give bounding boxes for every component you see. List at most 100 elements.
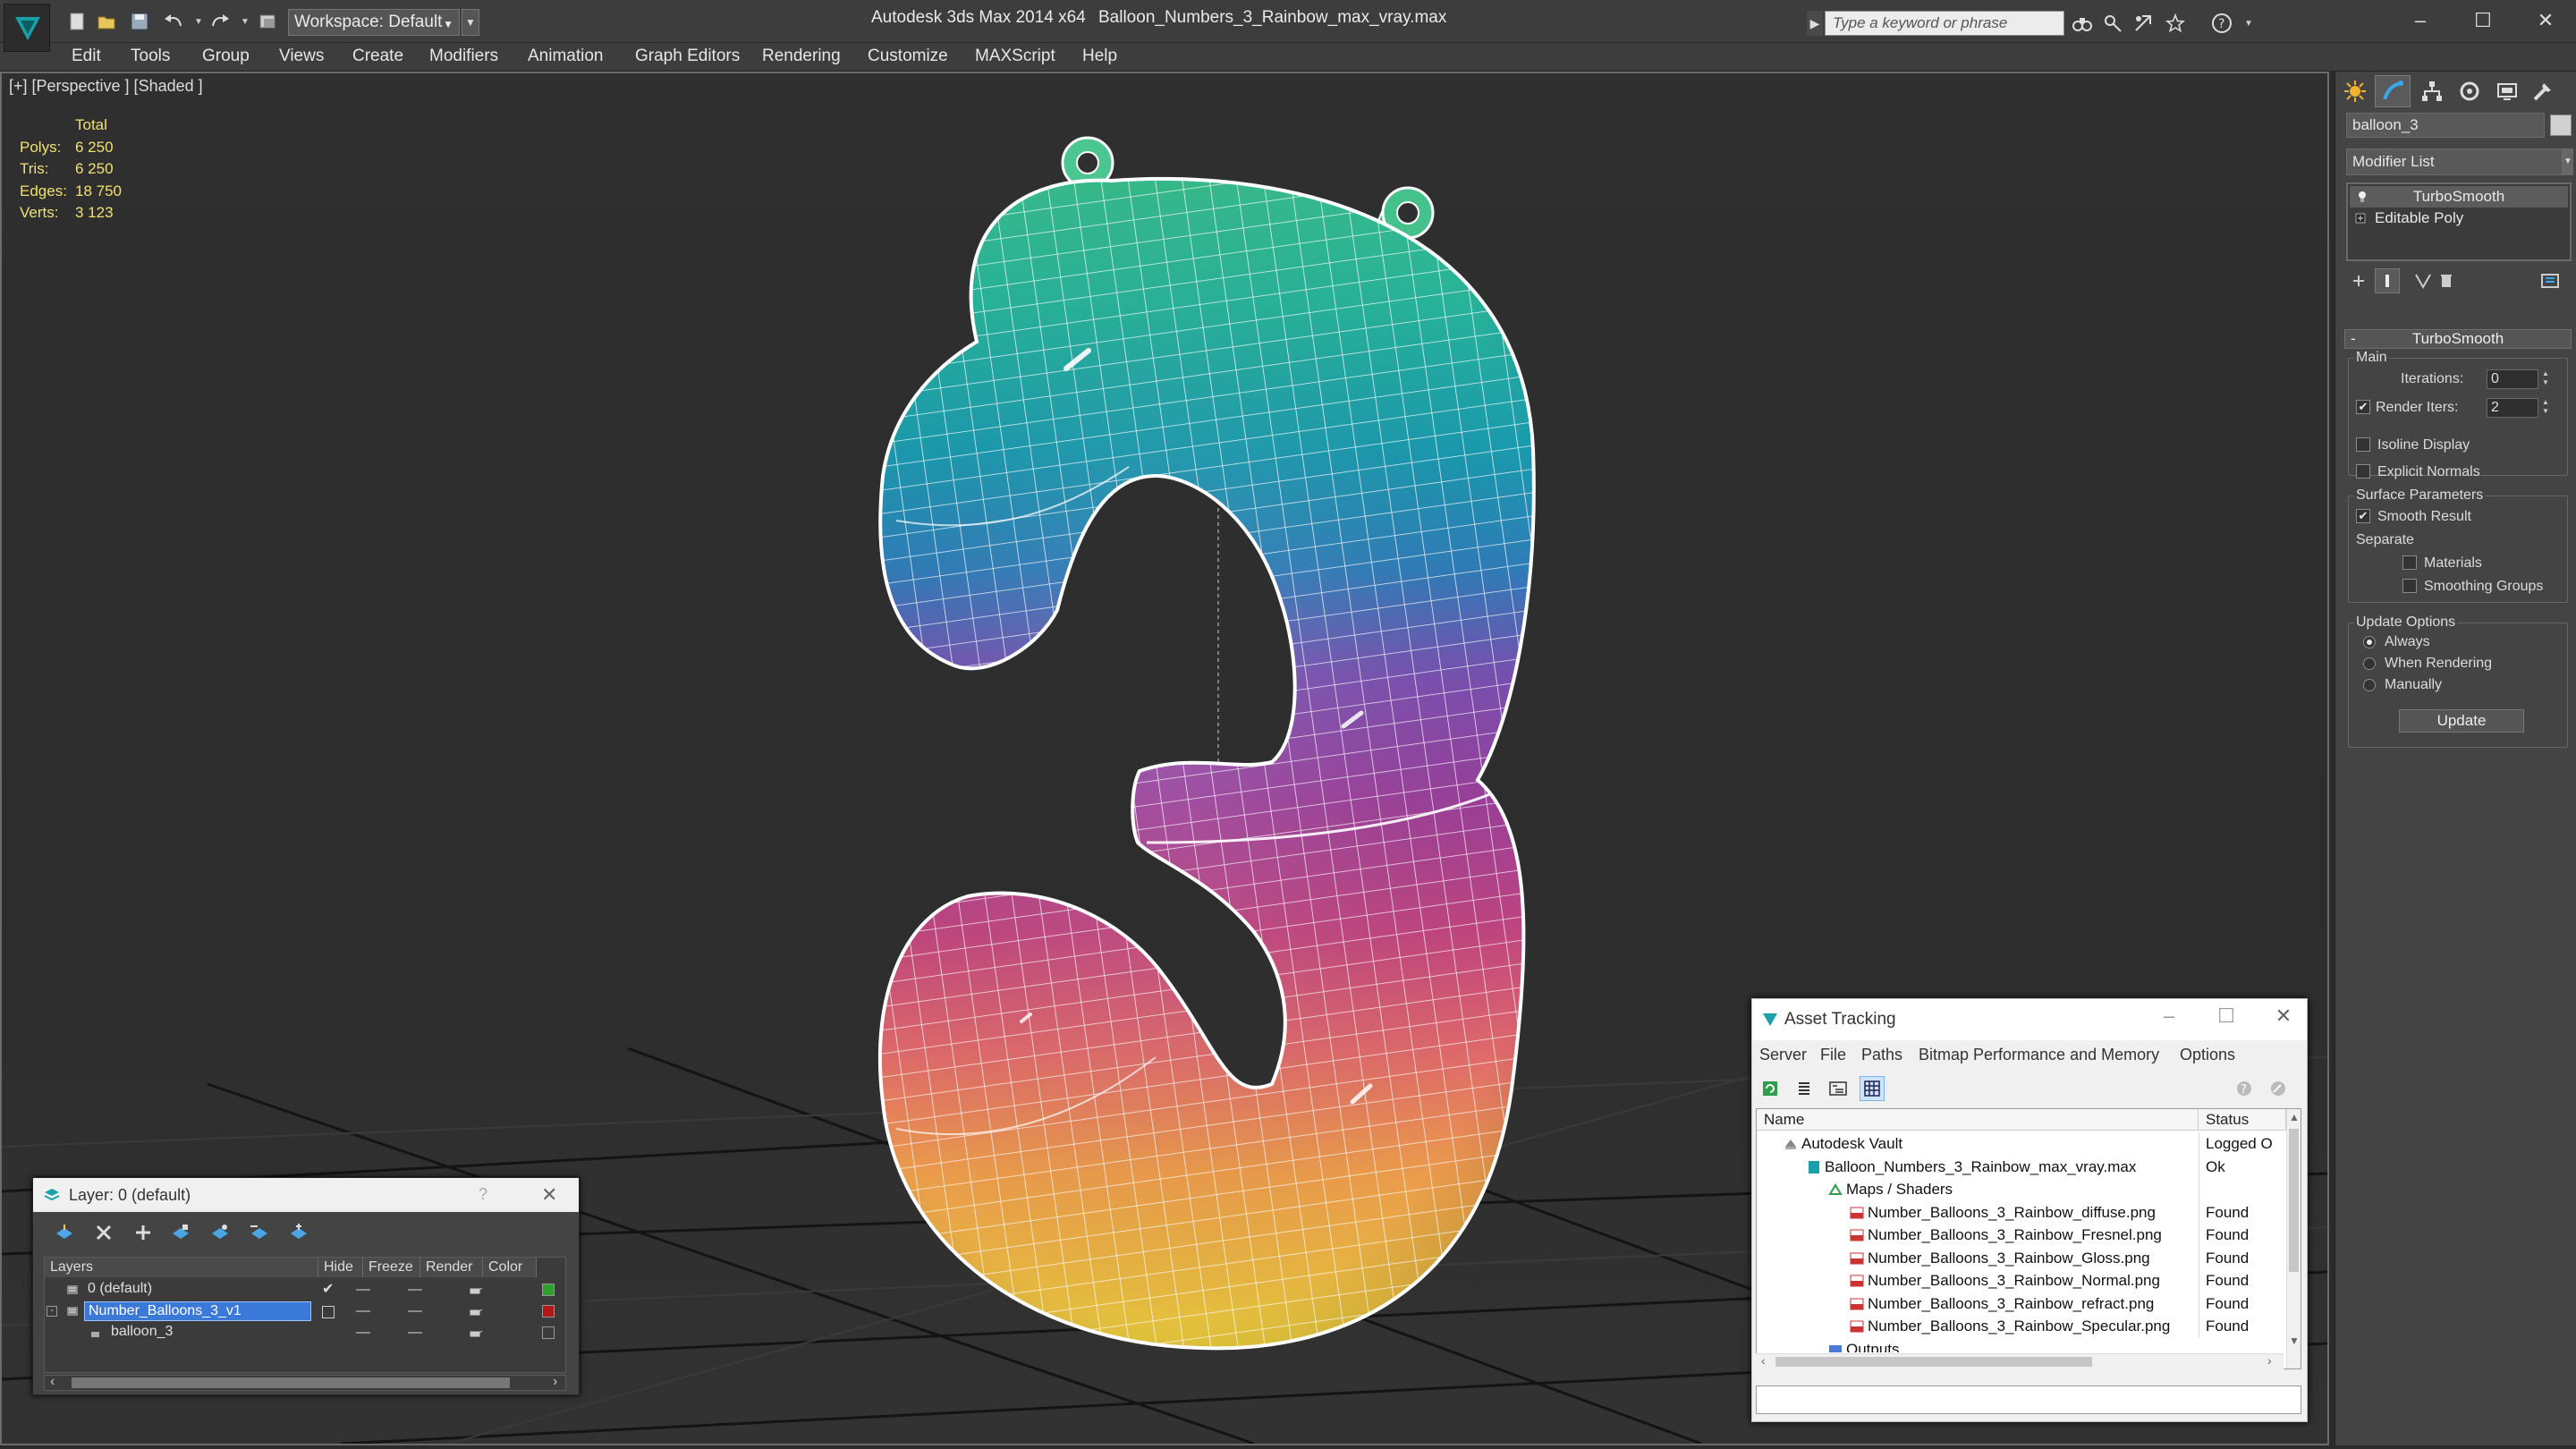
select-objects-in-layer-icon[interactable] (167, 1219, 194, 1246)
workspace-dropdown[interactable]: Workspace: Default ▼ (288, 9, 460, 36)
menu-customize[interactable]: Customize (862, 45, 953, 68)
help-icon[interactable]: ? (479, 1185, 487, 1204)
freeze-toggle[interactable] (408, 1310, 422, 1312)
asset-vertical-scrollbar[interactable]: ▲ ▼ (2286, 1109, 2301, 1368)
scroll-down-icon[interactable]: ▼ (2289, 1335, 2300, 1347)
chevron-down-icon[interactable]: ▼ (2563, 148, 2573, 175)
menu-help[interactable]: Help (1077, 45, 1123, 68)
show-end-result-icon[interactable] (2375, 268, 2400, 293)
asset-row-max-file[interactable]: Balloon_Numbers_3_Rainbow_max_vray.max O… (1757, 1155, 2284, 1179)
layer-color-swatch[interactable] (542, 1326, 555, 1339)
context-help-icon[interactable] (2266, 1076, 2291, 1101)
asset-path-field[interactable] (1756, 1385, 2301, 1414)
rollout-header[interactable]: - TurboSmooth (2344, 329, 2572, 349)
asset-row-specular[interactable]: Number_Balloons_3_Rainbow_Specular.png F… (1757, 1315, 2284, 1338)
tab-motion[interactable] (2452, 75, 2487, 107)
isoline-display-checkbox[interactable] (2356, 437, 2370, 452)
new-file-icon[interactable] (64, 9, 89, 34)
asset-window-titlebar[interactable]: Asset Tracking – ☐ ✕ (1752, 999, 2307, 1040)
close-button[interactable]: ✕ (2519, 5, 2572, 36)
scroll-right-icon[interactable]: › (2267, 1353, 2272, 1368)
favorites-star-icon[interactable] (2163, 11, 2188, 36)
close-icon[interactable]: ✕ (2266, 1004, 2301, 1028)
redo-dropdown-icon[interactable]: ▼ (233, 9, 258, 34)
app-menu-button[interactable] (4, 4, 50, 52)
tab-display[interactable] (2489, 75, 2525, 107)
always-radio[interactable] (2363, 636, 2376, 648)
layer-color-swatch[interactable] (542, 1284, 555, 1296)
column-status[interactable]: Status (2199, 1109, 2286, 1131)
asset-row-gloss[interactable]: Number_Balloons_3_Rainbow_Gloss.png Foun… (1757, 1246, 2284, 1270)
refresh-icon[interactable] (1758, 1076, 1783, 1101)
stack-item-turbosmooth[interactable]: TurboSmooth (2350, 186, 2568, 208)
menu-edit[interactable]: Edit (66, 45, 106, 68)
layer-row-number-balloons[interactable]: - Number_Balloons_3_v1 (45, 1301, 565, 1322)
scroll-thumb[interactable] (2289, 1129, 2299, 1272)
viewport-label[interactable]: [+] [Perspective ] [Shaded ] (9, 77, 203, 96)
when-rendering-radio[interactable] (2363, 657, 2376, 670)
hide-toggle[interactable] (356, 1310, 370, 1312)
freeze-unfreeze-all-icon[interactable] (285, 1219, 312, 1246)
close-icon[interactable]: ✕ (541, 1183, 557, 1207)
highlight-selected-layer-icon[interactable] (207, 1219, 233, 1246)
create-layer-icon[interactable] (51, 1219, 78, 1246)
search-expand-icon[interactable]: ▶ (1807, 11, 1823, 36)
current-layer-check-icon[interactable]: ✔ (322, 1279, 334, 1301)
column-name[interactable]: Name (1757, 1109, 2199, 1131)
menu-server[interactable]: Server (1759, 1046, 1807, 1064)
asset-row-fresnel[interactable]: Number_Balloons_3_Rainbow_Fresnel.png Fo… (1757, 1224, 2284, 1247)
menu-file[interactable]: File (1820, 1046, 1846, 1064)
list-view-icon[interactable] (1792, 1076, 1817, 1101)
column-freeze[interactable]: Freeze (363, 1258, 420, 1277)
open-file-icon[interactable] (95, 9, 120, 34)
save-file-icon[interactable] (127, 9, 152, 34)
asset-row-outputs[interactable]: Outputs (1757, 1338, 2284, 1352)
add-to-layer-icon[interactable] (130, 1219, 157, 1246)
delete-layer-icon[interactable] (90, 1219, 117, 1246)
tab-utilities[interactable] (2525, 75, 2561, 107)
menu-create[interactable]: Create (347, 45, 409, 68)
project-folder-icon[interactable] (256, 9, 281, 34)
asset-row-maps-shaders[interactable]: Maps / Shaders (1757, 1178, 2284, 1201)
asset-row-normal[interactable]: Number_Balloons_3_Rainbow_Normal.png Fou… (1757, 1269, 2284, 1292)
column-hide[interactable]: Hide (318, 1258, 363, 1277)
column-layers[interactable]: Layers (45, 1258, 318, 1277)
help-search-input[interactable]: Type a keyword or phrase (1825, 11, 2064, 36)
asset-row-refract[interactable]: Number_Balloons_3_Rainbow_refract.png Fo… (1757, 1292, 2284, 1316)
light-bulb-icon[interactable] (2357, 191, 2368, 203)
scroll-left-icon[interactable]: ‹ (1761, 1353, 1766, 1368)
scroll-right-icon[interactable]: › (553, 1374, 557, 1390)
asset-horizontal-scrollbar[interactable]: ‹ › (1756, 1353, 2284, 1369)
minimize-button[interactable]: – (2394, 5, 2447, 36)
quick-access-customize-button[interactable]: ▼ (462, 9, 479, 36)
tree-view-icon[interactable] (1826, 1076, 1851, 1101)
materials-checkbox[interactable] (2402, 555, 2417, 570)
scroll-up-icon[interactable]: ▲ (2289, 1111, 2300, 1123)
explicit-normals-checkbox[interactable] (2356, 464, 2370, 479)
menu-group[interactable]: Group (197, 45, 255, 68)
smoothing-groups-checkbox[interactable] (2402, 579, 2417, 593)
binoculars-icon[interactable] (2070, 11, 2095, 36)
render-teapot-icon[interactable] (469, 1326, 483, 1339)
current-layer-box[interactable] (322, 1306, 335, 1318)
hide-unhide-all-icon[interactable] (246, 1219, 273, 1246)
modifier-list-dropdown[interactable]: Modifier List (2346, 148, 2563, 175)
tab-create[interactable] (2337, 75, 2373, 107)
column-render[interactable]: Render (420, 1258, 483, 1277)
menu-views[interactable]: Views (274, 45, 329, 68)
minimize-icon[interactable]: – (2151, 1004, 2187, 1028)
tab-modify[interactable] (2375, 75, 2411, 107)
menu-maxscript[interactable]: MAXScript (970, 45, 1061, 68)
redo-icon[interactable] (208, 9, 233, 34)
render-teapot-icon[interactable] (469, 1305, 483, 1318)
tab-hierarchy[interactable] (2414, 75, 2450, 107)
pin-stack-icon[interactable] (2346, 268, 2371, 293)
hide-toggle[interactable] (356, 1332, 370, 1334)
layer-row-balloon-3[interactable]: balloon_3 (45, 1322, 565, 1343)
make-unique-icon[interactable] (2411, 268, 2436, 293)
configure-modifier-sets-icon[interactable] (2538, 268, 2563, 293)
maximize-icon[interactable]: ☐ (2208, 1004, 2244, 1028)
update-button[interactable]: Update (2399, 709, 2524, 733)
menu-modifiers[interactable]: Modifiers (424, 45, 504, 68)
menu-options[interactable]: Options (2180, 1046, 2235, 1064)
